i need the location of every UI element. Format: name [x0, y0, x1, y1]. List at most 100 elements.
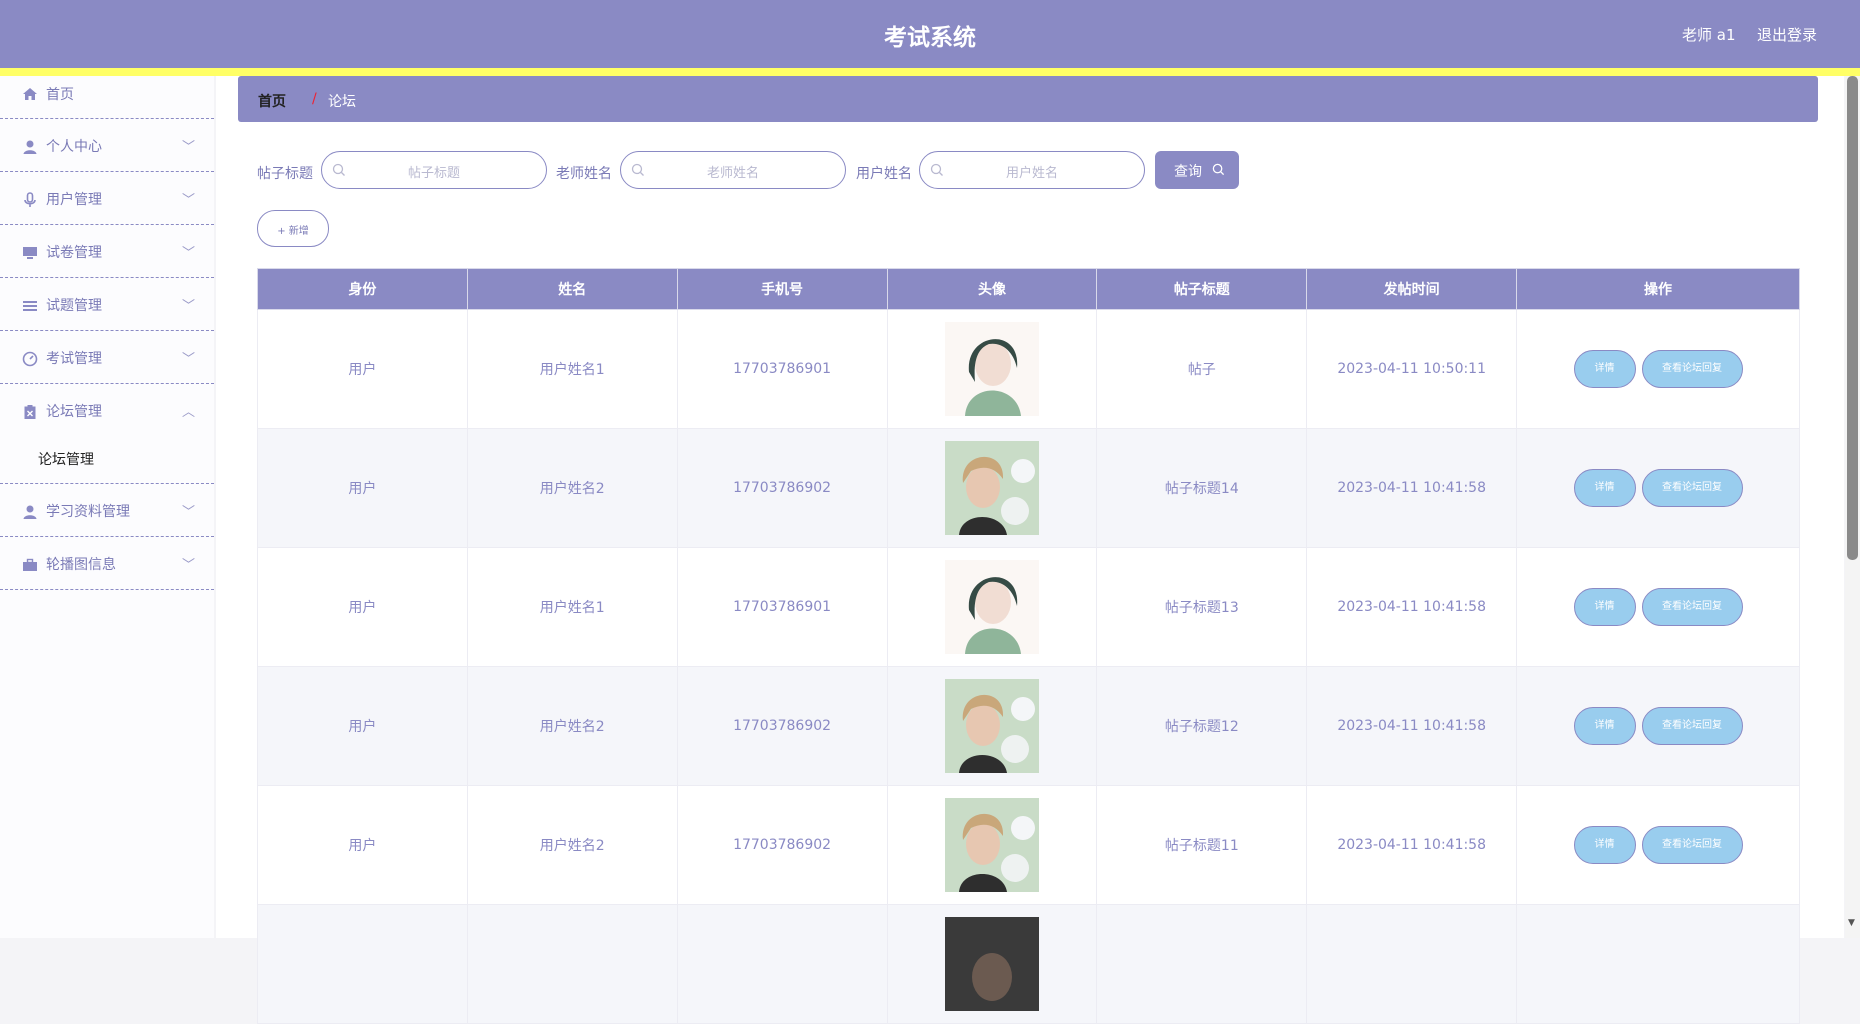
sidebar-item-label: 用户管理 — [46, 192, 102, 208]
cell-actions: 详情 查看论坛回复 — [1516, 547, 1800, 667]
table-row: 用户 用户姓名1 17703786901 帖子 2023-04-11 10:50… — [257, 309, 1800, 429]
filter-label-user: 用户姓名 — [856, 166, 912, 182]
input-placeholder: 帖子标题 — [407, 166, 460, 181]
view-replies-button[interactable]: 查看论坛回复 — [1641, 826, 1743, 864]
top-bar: 考试系统 老师 a1 退出登录 — [0, 0, 1860, 76]
cell-post-time: 2023-04-11 10:41:58 — [1306, 666, 1518, 786]
column-header[interactable]: 操作 — [1516, 268, 1800, 310]
current-user: 老师 a1 — [1682, 26, 1736, 44]
view-replies-button[interactable]: 查看论坛回复 — [1641, 350, 1743, 388]
breadcrumb-separator: / — [312, 91, 317, 107]
page-scrollbar[interactable]: ▲ ▼ — [1845, 76, 1860, 938]
avatar — [944, 441, 1039, 535]
table-row: 用户 用户姓名2 17703786902 帖子标题11 2023-04-11 1… — [257, 785, 1800, 905]
avatar — [944, 560, 1039, 654]
cell-role: 用户 — [257, 428, 468, 548]
cell-post-time: 2023-04-11 10:41:58 — [1306, 785, 1518, 905]
column-header[interactable]: 手机号 — [676, 268, 888, 310]
sidebar-item-label: 试卷管理 — [46, 245, 102, 261]
cell-post-title: 帖子标题14 — [1096, 428, 1308, 548]
detail-button[interactable]: 详情 — [1573, 350, 1636, 388]
cell-actions: 详情 查看论坛回复 — [1516, 666, 1800, 786]
avatar — [944, 917, 1039, 1011]
chevron-down-icon: ﹀ — [182, 246, 196, 261]
cell-phone: 17703786902 — [676, 785, 888, 905]
sidebar-item-materials[interactable]: 学习资料管理 ﹀ — [0, 484, 214, 537]
table-row: 用户 用户姓名2 17703786902 帖子标题14 2023-04-11 1… — [257, 428, 1800, 548]
cell-post-title: 帖子标题11 — [1096, 785, 1308, 905]
user-icon — [23, 505, 37, 519]
table-row: 用户 用户姓名1 17703786901 帖子标题13 2023-04-11 1… — [257, 547, 1800, 667]
detail-button[interactable]: 详情 — [1573, 826, 1636, 864]
cell-role: 用户 — [257, 309, 468, 429]
post-title-input[interactable]: 帖子标题 — [321, 151, 547, 189]
sidebar-item-profile[interactable]: 个人中心 ﹀ — [0, 119, 214, 172]
briefcase-icon — [23, 558, 37, 571]
cell-post-title: 帖子 — [1096, 309, 1308, 429]
cell-name: 用户姓名1 — [466, 309, 678, 429]
chevron-down-icon: ﹀ — [182, 193, 196, 208]
table-row — [257, 904, 1800, 1024]
add-button-label: + 新增 — [277, 226, 309, 237]
cell-avatar — [886, 785, 1098, 905]
detail-button[interactable]: 详情 — [1573, 707, 1636, 745]
detail-button[interactable]: 详情 — [1573, 588, 1636, 626]
table-row: 用户 用户姓名2 17703786902 帖子标题12 2023-04-11 1… — [257, 666, 1800, 786]
sidebar-item-home[interactable]: 首页 — [0, 76, 214, 119]
column-header[interactable]: 帖子标题 — [1096, 268, 1308, 310]
cell-name: 用户姓名2 — [466, 785, 678, 905]
cell-actions: 详情 查看论坛回复 — [1516, 309, 1800, 429]
view-replies-button[interactable]: 查看论坛回复 — [1641, 469, 1743, 507]
logout-button[interactable]: 退出登录 — [1757, 24, 1817, 45]
scrollbar-thumb[interactable] — [1847, 76, 1858, 560]
view-replies-button[interactable]: 查看论坛回复 — [1641, 707, 1743, 745]
detail-button[interactable]: 详情 — [1573, 469, 1636, 507]
query-button-label: 查询 — [1174, 164, 1202, 180]
scroll-down-icon[interactable]: ▼ — [1848, 918, 1855, 928]
table-header-row: 身份 姓名 手机号 头像 帖子标题 发帖时间 操作 — [257, 268, 1800, 310]
query-button[interactable]: 查询 — [1155, 151, 1239, 189]
view-replies-button[interactable]: 查看论坛回复 — [1641, 588, 1743, 626]
header-stripe — [0, 68, 1860, 76]
chevron-down-icon: ﹀ — [182, 140, 196, 155]
sidebar-item-label: 首页 — [46, 87, 74, 103]
sidebar-item-questions[interactable]: 试题管理 ﹀ — [0, 278, 214, 331]
column-header[interactable]: 身份 — [257, 268, 468, 310]
chevron-down-icon: ﹀ — [182, 352, 196, 367]
avatar — [944, 322, 1039, 416]
column-header[interactable]: 头像 — [886, 268, 1098, 310]
cell-post-time: 2023-04-11 10:41:58 — [1306, 547, 1518, 667]
cell-role: 用户 — [257, 785, 468, 905]
user-name-input[interactable]: 用户姓名 — [919, 151, 1145, 189]
cell-phone: 17703786902 — [676, 666, 888, 786]
sidebar: 首页 个人中心 ﹀ 用户管理 ﹀ 试卷管理 ﹀ 试题管理 ﹀ 考试管理 ﹀ 论坛… — [0, 76, 214, 938]
sidebar-item-papers[interactable]: 试卷管理 ﹀ — [0, 225, 214, 278]
forum-table: 身份 姓名 手机号 头像 帖子标题 发帖时间 操作 用户 用户姓名1 17703… — [257, 268, 1800, 1024]
cell-role: 用户 — [257, 666, 468, 786]
avatar — [944, 798, 1039, 892]
input-placeholder: 用户姓名 — [1005, 166, 1058, 181]
filter-label-title: 帖子标题 — [257, 166, 313, 182]
gauge-icon — [22, 351, 38, 367]
sidebar-item-label: 轮播图信息 — [46, 557, 116, 573]
cell-phone: 17703786902 — [676, 428, 888, 548]
sidebar-subitem-forum[interactable]: 论坛管理 — [0, 437, 214, 484]
cell-avatar — [886, 666, 1098, 786]
column-header[interactable]: 发帖时间 — [1306, 268, 1518, 310]
sidebar-item-label: 个人中心 — [46, 139, 102, 155]
sidebar-item-forum[interactable]: 论坛管理 ︿ — [0, 384, 214, 437]
teacher-name-input[interactable]: 老师姓名 — [620, 151, 846, 189]
sidebar-item-exams[interactable]: 考试管理 ﹀ — [0, 331, 214, 384]
breadcrumb-home[interactable]: 首页 — [258, 91, 286, 111]
cell-avatar — [886, 904, 1098, 1024]
sidebar-item-users[interactable]: 用户管理 ﹀ — [0, 172, 214, 225]
add-button[interactable]: + 新增 — [257, 210, 329, 247]
sidebar-item-carousel[interactable]: 轮播图信息 ﹀ — [0, 537, 214, 590]
home-icon — [23, 88, 37, 100]
cell-role: 用户 — [257, 547, 468, 667]
column-header[interactable]: 姓名 — [466, 268, 678, 310]
chevron-down-icon: ﹀ — [182, 558, 196, 573]
chevron-down-icon: ﹀ — [182, 505, 196, 520]
list-icon — [23, 301, 37, 311]
cell-name: 用户姓名2 — [466, 428, 678, 548]
